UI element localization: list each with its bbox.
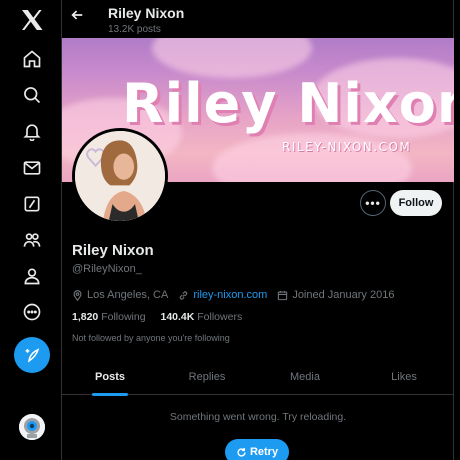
- banner-url-text: RILEY-NIXON.COM: [282, 140, 412, 154]
- sidebar-nav: [0, 0, 62, 460]
- profile-handle: @RileyNixon_: [72, 263, 142, 275]
- header-profile-name: Riley Nixon: [108, 5, 185, 21]
- more-options-icon[interactable]: [14, 294, 50, 330]
- search-icon[interactable]: [14, 77, 50, 113]
- profile-column: Riley Nixon 13.2K posts Riley Nixon RILE…: [62, 0, 454, 460]
- following-stat[interactable]: 1,820 Following: [72, 311, 146, 323]
- compose-post-button[interactable]: [14, 337, 50, 373]
- grok-icon[interactable]: [14, 186, 50, 222]
- tab-replies[interactable]: Replies: [158, 358, 256, 395]
- joined-date-text: Joined January 2016: [292, 289, 395, 301]
- refresh-icon: [237, 447, 246, 457]
- communities-icon[interactable]: [14, 222, 50, 258]
- x-logo-icon[interactable]: [20, 9, 44, 31]
- more-dots-icon: •••: [365, 196, 381, 210]
- banner-title-text: Riley Nixon: [122, 72, 454, 135]
- followers-label: Followers: [197, 311, 243, 323]
- home-icon[interactable]: [14, 41, 50, 77]
- profile-tabs: Posts Replies Media Likes: [62, 358, 454, 396]
- mutual-followers-note: Not followed by anyone you're following: [72, 333, 230, 343]
- messages-envelope-icon[interactable]: [14, 150, 50, 186]
- link-icon: [180, 290, 188, 300]
- profile-display-name: Riley Nixon: [72, 242, 154, 259]
- tab-likes[interactable]: Likes: [354, 358, 454, 395]
- notifications-bell-icon[interactable]: [14, 113, 50, 149]
- retry-button[interactable]: Retry: [225, 439, 289, 460]
- follow-button[interactable]: Follow: [390, 190, 442, 216]
- retry-label: Retry: [249, 446, 279, 458]
- followers-count: 140.4K: [160, 311, 195, 323]
- feed-error-message: Something went wrong. Try reloading.: [169, 411, 347, 423]
- website-link[interactable]: riley-nixon.com: [193, 289, 267, 301]
- tab-posts-label: Posts: [95, 370, 125, 383]
- tab-replies-label: Replies: [188, 370, 226, 383]
- followers-stat[interactable]: 140.4K Followers: [160, 311, 242, 323]
- following-label: Following: [101, 311, 146, 323]
- active-tab-indicator: [92, 393, 128, 396]
- calendar-icon: [278, 290, 288, 300]
- account-avatar[interactable]: [19, 414, 45, 440]
- location-text: Los Angeles, CA: [87, 289, 169, 301]
- tab-posts[interactable]: Posts: [62, 358, 158, 396]
- profile-header-bar: Riley Nixon 13.2K posts: [62, 0, 454, 38]
- profile-meta-row: Los Angeles, CA riley-nixon.com Joined J…: [72, 288, 404, 302]
- website-item[interactable]: riley-nixon.com: [178, 289, 267, 301]
- location-item: Los Angeles, CA: [72, 289, 168, 301]
- follow-stats: 1,820 Following 140.4K Followers: [72, 311, 254, 323]
- tab-likes-label: Likes: [391, 370, 417, 383]
- feather-plus-icon: [25, 348, 40, 363]
- tab-media[interactable]: Media: [256, 358, 354, 395]
- joined-item: Joined January 2016: [277, 289, 394, 301]
- profile-icon[interactable]: [14, 258, 50, 294]
- tab-media-label: Media: [290, 370, 320, 383]
- profile-avatar[interactable]: [72, 128, 168, 224]
- back-arrow-icon[interactable]: [70, 8, 88, 26]
- following-count: 1,820: [72, 311, 99, 323]
- more-actions-button[interactable]: •••: [360, 190, 386, 216]
- location-pin-icon: [73, 289, 82, 301]
- header-posts-count: 13.2K posts: [108, 24, 161, 35]
